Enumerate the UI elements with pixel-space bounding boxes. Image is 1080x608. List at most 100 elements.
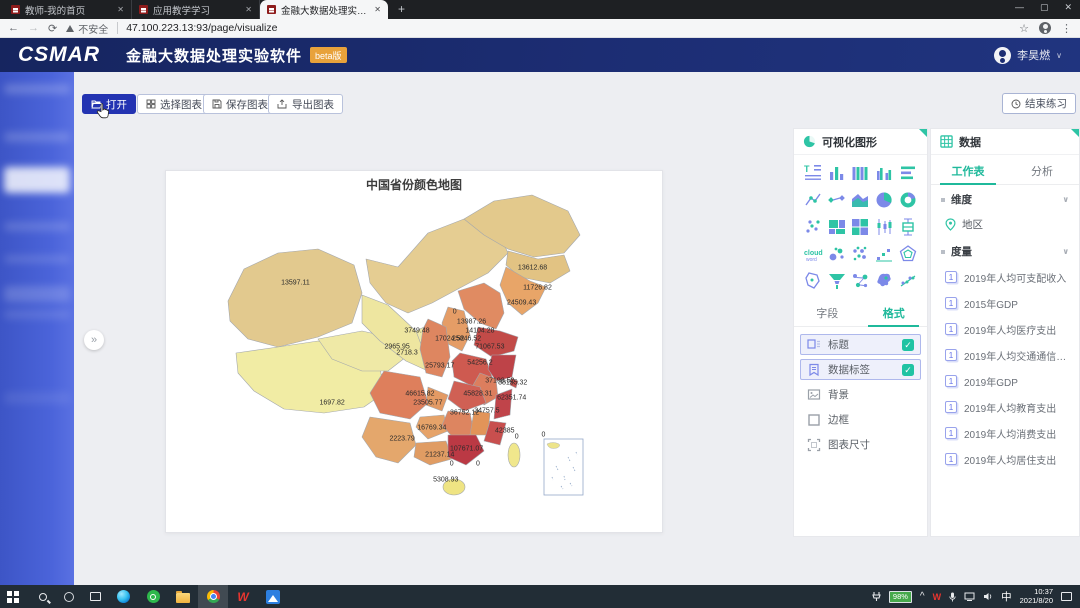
tray-expand-icon[interactable]: ^ [920,591,925,602]
speaker-icon[interactable] [983,592,993,601]
tab-fields[interactable]: 字段 [794,299,861,326]
export-chart-button[interactable]: 导出图表 [268,94,343,114]
format-item-1[interactable]: 数据标签✓ [800,359,921,380]
notification-center-icon[interactable] [1061,592,1072,601]
wps-tray-icon[interactable]: W [933,592,942,602]
china-map-icon[interactable] [874,271,894,291]
blue-app-icon[interactable] [258,585,288,608]
start-button[interactable] [0,585,30,608]
select-chart-button[interactable]: 选择图表 [137,94,211,114]
polygon-map-icon[interactable] [803,271,823,291]
new-tab-button[interactable]: + [398,2,405,19]
checkbox-checked[interactable]: ✓ [902,339,914,351]
trend-scatter-icon[interactable] [898,271,918,291]
format-item-3[interactable]: 边框 [800,409,921,430]
wordcloud-icon[interactable]: cloudword [803,244,823,264]
address-bar[interactable]: 47.100.223.13:93/page/visualize [117,22,277,34]
collapse-chevron-icon[interactable]: ∨ [1063,247,1070,256]
tab-close-icon[interactable]: ✕ [374,5,381,14]
app-title: 金融大数据处理实验软件 [126,45,302,66]
format-item-4[interactable]: 图表尺寸 [800,434,921,455]
tab-worksheet[interactable]: 工作表 [931,157,1005,184]
checkbox-checked[interactable]: ✓ [902,364,914,376]
save-chart-button[interactable]: 保存图表 [203,94,277,114]
bubble-icon[interactable] [827,244,847,264]
link-chart-icon[interactable] [827,190,847,210]
security-indicator[interactable]: 不安全 [66,21,108,36]
back-icon[interactable]: ← [8,22,19,34]
tab-analysis[interactable]: 分析 [1005,157,1079,184]
browser-tab-1[interactable]: 应用教学学习✕ [132,0,260,19]
cortana-icon[interactable] [56,585,82,608]
edge-icon[interactable] [108,585,138,608]
marked-line-icon[interactable] [803,190,823,210]
sidebar-expand-handle[interactable]: » [84,330,104,350]
end-practice-button[interactable]: 结束练习 [1002,93,1076,114]
text-table-icon[interactable]: T [803,163,823,183]
measure-item-3[interactable]: 12019年人均交通通信… [931,342,1079,368]
scatter-icon[interactable] [803,217,823,237]
step-scatter-icon[interactable] [874,244,894,264]
histogram-icon[interactable] [850,163,870,183]
bar-chart-icon[interactable] [827,163,847,183]
bullet-icon [941,198,945,202]
chrome-icon[interactable] [198,585,228,608]
dimension-item-region[interactable]: 地区 [931,212,1079,237]
window-close-icon[interactable]: ✕ [1064,2,1072,13]
window-maximize-icon[interactable]: ▢ [1040,2,1049,13]
format-item-0[interactable]: 标题✓ [800,334,921,355]
measure-item-6[interactable]: 12019年人均消费支出 [931,420,1079,446]
collapse-chevron-icon[interactable]: ∨ [1063,195,1070,204]
wps-icon[interactable]: W [228,585,258,608]
tab-close-icon[interactable]: ✕ [245,5,252,14]
reload-icon[interactable]: ⟳ [48,22,57,35]
measure-item-4[interactable]: 12019年GDP [931,368,1079,394]
candlestick-icon[interactable] [874,217,894,237]
map-data-label: 3749.48 [404,328,429,335]
screen: 教师-我的首页✕应用教学学习✕金融大数据处理实验软件✕ + — ▢ ✕ ← → … [0,0,1080,608]
measure-item-0[interactable]: 12019年人均可支配收入 [931,264,1079,290]
ime-indicator[interactable]: 中 [1001,589,1012,604]
cluster-scatter-icon[interactable] [850,244,870,264]
microphone-icon[interactable] [949,592,956,602]
browser-tab-2[interactable]: 金融大数据处理实验软件✕ [260,0,388,19]
horizontal-bar-icon[interactable] [898,163,918,183]
window-minimize-icon[interactable]: — [1015,2,1024,13]
relation-graph-icon[interactable] [850,271,870,291]
funnel-icon[interactable] [827,271,847,291]
user-menu[interactable]: 李昊燃 ∨ [994,47,1062,64]
task-view-icon[interactable] [82,585,108,608]
donut-chart-icon[interactable] [898,190,918,210]
network-icon[interactable] [964,592,975,601]
tab-close-icon[interactable]: ✕ [117,5,124,14]
treemap-icon[interactable] [827,217,847,237]
measure-item-5[interactable]: 12019年人均教育支出 [931,394,1079,420]
measure-item-1[interactable]: 12015年GDP [931,290,1079,316]
tab-format[interactable]: 格式 [861,299,928,326]
measure-item-2[interactable]: 12019年人均医疗支出 [931,316,1079,342]
browser-toolbar: ← → ⟳ 不安全 47.100.223.13:93/page/visualiz… [0,19,1080,38]
clock[interactable]: 10:372021/8/20 [1020,588,1053,605]
file-explorer-icon[interactable] [168,585,198,608]
profile-icon[interactable] [1039,22,1051,34]
grouped-bar-icon[interactable] [874,163,894,183]
browser-tab-0[interactable]: 教师-我的首页✕ [4,0,132,19]
left-nav-blurred[interactable] [0,72,74,585]
open-button[interactable]: 打开 [82,94,136,114]
menu-dots-icon[interactable]: ⋮ [1061,22,1072,35]
battery-indicator[interactable]: 98% [889,591,912,603]
bookmark-star-icon[interactable]: ☆ [1019,22,1029,35]
china-choropleth-map[interactable]: 13597.1113612.6811726.8224509.43013987.2… [166,171,662,532]
browser-360-icon[interactable] [138,585,168,608]
measure-item-7[interactable]: 12019年人均居住支出 [931,446,1079,472]
pie-chart-icon[interactable] [874,190,894,210]
boxplot-icon[interactable] [898,217,918,237]
format-item-2[interactable]: 背景 [800,384,921,405]
quadrant-icon[interactable] [850,217,870,237]
search-icon[interactable] [30,585,56,608]
area-chart-icon[interactable] [850,190,870,210]
radar-icon[interactable] [898,244,918,264]
forward-icon[interactable]: → [28,22,39,34]
dimensions-section[interactable]: 维度 ∨ [931,185,1079,212]
measures-section[interactable]: 度量 ∨ [931,237,1079,264]
